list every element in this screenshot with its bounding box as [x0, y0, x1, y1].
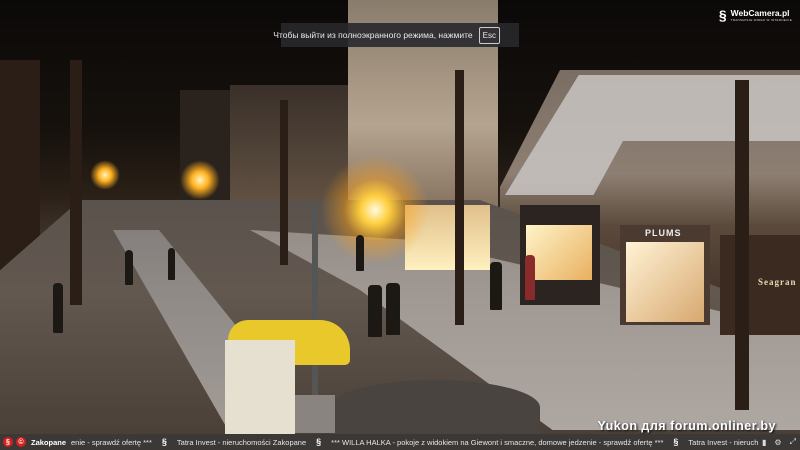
tree	[735, 80, 749, 410]
tree	[70, 60, 82, 305]
shop-plums: PLUMS	[620, 225, 710, 325]
webcamera-small-icon: §	[316, 437, 322, 447]
lamp-base	[295, 395, 335, 433]
ticker-item[interactable]: Tatra Invest - nieruchomości Za	[688, 438, 758, 447]
shop-sign: PLUMS	[645, 228, 682, 238]
street-lamp-glow	[180, 160, 220, 200]
ticker-item[interactable]: *** WILLA HALKA - pokoje z widokiem na G…	[331, 438, 663, 447]
street-lamp-pole	[312, 205, 318, 400]
news-ticker: § © Zakopane enie - sprawdź ofertę *** §…	[0, 434, 800, 450]
person	[356, 235, 364, 271]
shop: Seagran	[720, 235, 800, 335]
person	[53, 283, 63, 333]
tree	[455, 70, 464, 325]
webcamera-logo[interactable]: § WebCamera.pl TRANSMISJE WIDEO W INTERN…	[719, 7, 792, 23]
person	[368, 285, 382, 337]
webcam-video[interactable]: PLUMS Seagran	[0, 0, 800, 434]
copyright-icon[interactable]: ©	[16, 437, 26, 447]
street-lamp-glow	[90, 160, 120, 190]
logo-tagline: TRANSMISJE WIDEO W INTERNECIE	[730, 18, 792, 22]
webcamera-small-icon: §	[673, 437, 679, 447]
webcamera-logo-icon: §	[718, 7, 727, 23]
tree	[280, 100, 288, 265]
esc-key: Esc	[478, 26, 500, 44]
ticker-scroll: enie - sprawdź ofertę *** § Tatra Invest…	[71, 437, 758, 447]
person	[125, 250, 133, 285]
webcamera-badge-icon[interactable]: §	[3, 437, 13, 447]
person	[490, 262, 502, 310]
person	[525, 255, 535, 300]
fullscreen-exit-notice: Чтобы выйти из полноэкранного режима, на…	[273, 23, 519, 47]
ticker-item[interactable]: enie - sprawdź ofertę ***	[71, 438, 152, 447]
street-lamp-glow	[320, 155, 430, 265]
ticker-city: Zakopane	[31, 437, 67, 447]
ticker-item[interactable]: Tatra Invest - nieruchomości Zakopane	[177, 438, 306, 447]
fullscreen-notice-text: Чтобы выйти из полноэкранного режима, на…	[273, 30, 473, 40]
logo-name: WebCamera.pl	[730, 8, 790, 18]
person	[386, 283, 400, 335]
covered-stall	[225, 340, 295, 434]
fullscreen-toggle-icon[interactable]: ⤢	[790, 437, 796, 447]
volume-icon[interactable]: ▮	[762, 438, 766, 447]
person	[168, 248, 175, 280]
webcamera-small-icon: §	[161, 437, 167, 447]
shop-sign: Seagran	[758, 277, 797, 287]
settings-gear-icon[interactable]: ⚙	[774, 438, 781, 447]
cobblestone-circle	[330, 380, 540, 434]
watermark: Yukon для forum.onliner.by	[597, 419, 776, 433]
